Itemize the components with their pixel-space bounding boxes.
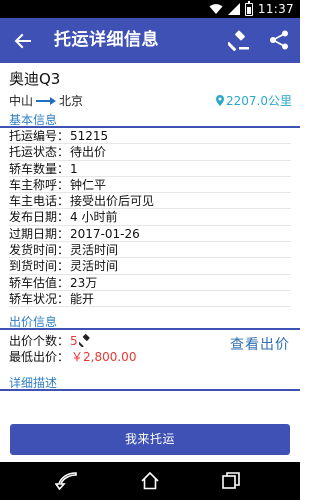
share-icon[interactable] xyxy=(268,29,290,51)
gavel-icon[interactable] xyxy=(228,29,250,51)
info-row-car-condition: 轿车状况：能开 xyxy=(9,291,291,308)
bid-count-value: 5 xyxy=(70,333,78,348)
info-value: 能开 xyxy=(70,291,95,306)
route-arrow-icon xyxy=(36,96,57,105)
back-arrow-icon[interactable] xyxy=(10,28,36,54)
destination-city: 北京 xyxy=(59,94,84,108)
info-row-owner-phone: 车主电话：接受出价后可见 xyxy=(9,193,291,210)
app-bar: 托运详细信息 xyxy=(0,18,300,63)
signal-icon xyxy=(227,3,240,15)
vehicle-title: 奥迪Q3 xyxy=(9,70,61,88)
info-label: 发货时间： xyxy=(9,243,70,258)
info-label: 车主称呼： xyxy=(9,177,70,192)
route: 中山 北京 xyxy=(9,92,83,109)
info-value: 1 xyxy=(70,161,78,176)
info-row-car-count: 轿车数量：1 xyxy=(9,161,291,177)
info-label: 轿车状况： xyxy=(9,291,70,306)
lowest-bid: 最低出价： ￥2,800.00 xyxy=(9,348,136,365)
section-divider xyxy=(0,389,300,391)
basic-info-list: 托运编号：51215 托运状态：待出价 轿车数量：1 车主称呼：钟仁平 车主电话… xyxy=(9,128,291,308)
info-value: 灵活时间 xyxy=(70,259,119,274)
bid-count: 出价个数： 5 xyxy=(9,332,92,349)
distance-value: 2207.0公里 xyxy=(226,94,292,108)
nav-recent-apps-icon[interactable] xyxy=(222,472,240,490)
info-row-car-value: 轿车估值：23万 xyxy=(9,275,291,291)
clock: 11:37 xyxy=(257,2,294,16)
info-value: 钟仁平 xyxy=(70,177,107,192)
gavel-icon xyxy=(78,334,90,347)
info-row-expiry-date: 过期日期：2017-01-26 xyxy=(9,226,291,243)
info-label: 轿车估值： xyxy=(9,275,70,290)
info-value: 23万 xyxy=(70,275,98,290)
distance: 2207.0公里 xyxy=(216,92,292,109)
status-bar: 11:37 xyxy=(0,0,300,18)
info-row-publish-date: 发布日期：4 小时前 xyxy=(9,209,291,226)
system-nav-bar xyxy=(0,462,300,500)
location-pin-icon xyxy=(216,95,224,106)
info-label: 发布日期： xyxy=(9,210,70,225)
info-value: 2017-01-26 xyxy=(70,226,140,241)
info-label: 过期日期： xyxy=(9,226,70,241)
nav-home-icon[interactable] xyxy=(140,471,160,491)
view-bids-link[interactable]: 查看出价 xyxy=(230,334,290,354)
info-row-ship-time: 发货时间：灵活时间 xyxy=(9,242,291,259)
info-label: 轿车数量： xyxy=(9,161,70,176)
battery-icon xyxy=(244,0,253,16)
origin-city: 中山 xyxy=(9,94,34,108)
info-label: 托运状态： xyxy=(9,145,70,160)
info-label: 车主电话： xyxy=(9,194,70,209)
nav-back-icon[interactable] xyxy=(55,471,77,491)
lowest-bid-price: ￥2,800.00 xyxy=(71,350,137,364)
info-label: 到货时间： xyxy=(9,259,70,274)
lowest-bid-label: 最低出价： xyxy=(9,350,70,364)
info-row-status: 托运状态：待出价 xyxy=(9,144,291,161)
info-value: 接受出价后可见 xyxy=(70,194,155,209)
bid-count-label: 出价个数： xyxy=(9,334,70,348)
info-row-arrival-time: 到货时间：灵活时间 xyxy=(9,258,291,275)
page-title: 托运详细信息 xyxy=(54,30,159,50)
info-row-shipment-no: 托运编号：51215 xyxy=(9,128,291,145)
info-value: 51215 xyxy=(70,129,109,143)
info-value: 4 小时前 xyxy=(70,210,118,225)
info-value: 待出价 xyxy=(70,145,107,160)
info-value: 灵活时间 xyxy=(70,243,119,258)
wifi-icon xyxy=(209,4,223,14)
section-divider xyxy=(0,328,300,330)
ship-it-button[interactable]: 我来托运 xyxy=(10,424,290,455)
info-label: 托运编号： xyxy=(9,129,70,143)
info-row-owner-name: 车主称呼：钟仁平 xyxy=(9,177,291,194)
